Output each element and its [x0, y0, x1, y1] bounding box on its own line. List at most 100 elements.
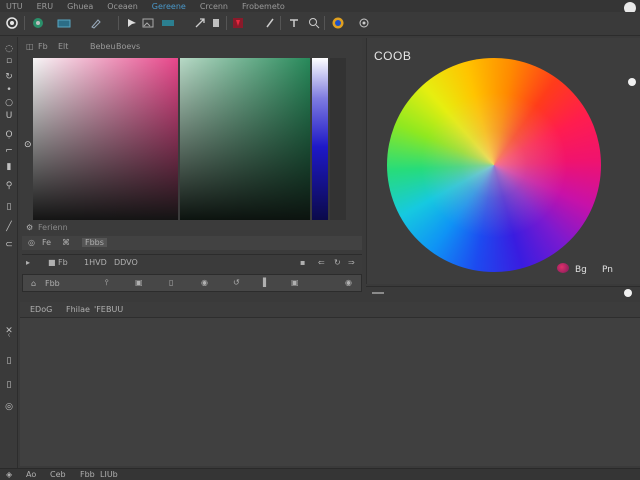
zoom-icon[interactable]	[306, 15, 322, 31]
clip-icon[interactable]: ▌	[263, 278, 269, 287]
settings-icon[interactable]: ⚙	[26, 223, 33, 232]
panel-tabs: ◫ Fb Elt Bebeu Boevs	[20, 40, 362, 54]
secondary-color-field[interactable]	[180, 58, 310, 220]
panel-menu-icon[interactable]	[628, 78, 636, 86]
text-tool-icon[interactable]: ▮	[3, 161, 15, 173]
save-icon[interactable]: ▣	[291, 278, 299, 287]
transform-icon[interactable]	[192, 15, 208, 31]
refresh-icon[interactable]: ↻	[334, 258, 341, 267]
hue-slider[interactable]	[312, 58, 328, 220]
line-tool-icon[interactable]: ╱	[3, 221, 15, 233]
hand-tool-icon[interactable]: ⊂	[3, 239, 15, 251]
menu-item-3[interactable]: Ghuea	[67, 2, 93, 11]
layers-icon[interactable]	[56, 15, 72, 31]
brush-tool-icon[interactable]: •	[3, 84, 15, 96]
tool-options-label: Fbb	[45, 279, 60, 288]
row3-label-a[interactable]: Fb	[58, 258, 68, 267]
row-label: Ferienn	[38, 223, 68, 232]
panel-splitter[interactable]	[366, 286, 640, 300]
bottom-panel-tabs: EDoG Fhilae 'FE BUU	[20, 302, 640, 318]
row-item-b[interactable]: Fbbs	[82, 238, 107, 247]
target-icon[interactable]: ◉	[345, 278, 352, 287]
status-item-2[interactable]: Ceb	[50, 470, 66, 479]
splitter-handle-icon[interactable]	[372, 292, 384, 294]
adjust-icon[interactable]	[160, 15, 176, 31]
lock-tool-icon[interactable]: ▯	[3, 379, 15, 391]
current-color-swatch[interactable]	[557, 263, 569, 273]
brush-icon[interactable]	[88, 15, 104, 31]
menu-bar: UTU ERU Ghuea Oceaen Gereene Crcenn Frob…	[0, 0, 640, 12]
palette-icon[interactable]	[30, 15, 46, 31]
row3-label-b[interactable]: 1HVD	[84, 258, 107, 267]
swatch-label-a: Bg	[575, 265, 587, 275]
rotate-icon[interactable]: ◉	[201, 278, 208, 287]
pointer-tool-icon[interactable]: ᚲ	[3, 330, 15, 342]
fill-tool-icon[interactable]: Ọ	[3, 129, 15, 141]
color-fill-icon[interactable]	[230, 15, 246, 31]
shape-tool-icon[interactable]: ▯	[3, 201, 15, 213]
marquee-tool-icon[interactable]: ▫	[3, 55, 15, 67]
tab-3[interactable]: Bebeu	[90, 42, 115, 51]
row3-label-c[interactable]: DDVO	[114, 258, 138, 267]
dropper-icon[interactable]	[208, 15, 224, 31]
select-icon[interactable]	[124, 15, 140, 31]
crop-icon[interactable]	[286, 15, 302, 31]
status-item-3[interactable]: Fbb	[80, 470, 95, 479]
image-icon[interactable]	[140, 15, 156, 31]
bag-icon[interactable]: ▣	[135, 278, 143, 287]
picker-cursor-icon[interactable]: ⊙	[24, 140, 32, 150]
menu-item-7[interactable]: Frobemeto	[242, 2, 285, 11]
menu-item-1[interactable]: UTU	[6, 2, 23, 11]
expand-icon[interactable]	[624, 289, 632, 297]
play-icon[interactable]: ▸	[26, 258, 30, 267]
zoom-tool-icon[interactable]: ◎	[3, 401, 15, 413]
tab-2[interactable]: Elt	[58, 42, 68, 51]
record-icon[interactable]	[4, 15, 20, 31]
pin-icon[interactable]: ⫯	[105, 278, 108, 288]
fit-icon[interactable]: ▪	[300, 258, 305, 267]
menu-item-4[interactable]: Oceaen	[107, 2, 138, 11]
path-tool-icon[interactable]: ⚲	[3, 180, 15, 192]
color-picker-icon[interactable]	[330, 15, 346, 31]
saturation-value-field[interactable]	[33, 58, 178, 220]
lasso-tool-icon[interactable]: ↻	[3, 71, 15, 83]
panel-title: COOB	[374, 49, 412, 63]
move-tool-icon[interactable]: ◌	[3, 43, 15, 55]
settings-icon[interactable]	[356, 15, 372, 31]
color-wheel[interactable]	[387, 58, 601, 272]
panel-row-1: ⚙ Ferienn	[22, 222, 362, 234]
bottom-tab-1[interactable]: EDoG	[30, 305, 52, 314]
eye-icon[interactable]: ◎	[28, 238, 35, 247]
doc-icon[interactable]: ▯	[169, 278, 173, 287]
bottom-tab-3[interactable]: 'FE	[94, 305, 106, 314]
menu-item-2[interactable]: ERU	[37, 2, 53, 11]
gradient-tool-icon[interactable]: ⌐	[3, 145, 15, 157]
status-item-4[interactable]: LIUb	[100, 470, 118, 479]
eraser-tool-icon[interactable]: ○	[3, 97, 15, 109]
tab-icon[interactable]: ◫	[26, 42, 34, 51]
bottom-tab-2[interactable]: Fhilae	[66, 305, 90, 314]
tab-1[interactable]: Fb	[38, 42, 48, 51]
prev-icon[interactable]: ⇐	[318, 258, 325, 267]
bottom-panel-content	[20, 318, 640, 466]
status-bar: ◈ Ao Ceb Fbb LIUb	[0, 468, 640, 480]
tool-strip: ◌ ▫ ↻ • ○ Ս Ọ ⌐ ▮ ⚲ ▯ ╱ ⊂ ✕ ᚲ ▯ ▯ ◎	[0, 37, 18, 480]
pen-icon[interactable]	[262, 15, 278, 31]
stop-icon[interactable]: ■	[48, 258, 56, 267]
swatch-label-b: Pn	[602, 265, 613, 275]
link-icon[interactable]: ⌘	[62, 238, 70, 247]
stamp-tool-icon[interactable]: Ս	[3, 110, 15, 122]
status-item-1[interactable]: Ao	[26, 470, 36, 479]
undo-icon[interactable]: ↺	[233, 278, 240, 287]
menu-item-6[interactable]: Crcenn	[200, 2, 228, 11]
panel-row-3: ▸ ■ Fb 1HVD DDVO ▪ ⇐ ↻ ⇒	[22, 254, 362, 270]
slider-track	[330, 58, 346, 220]
status-icon[interactable]: ◈	[6, 470, 12, 479]
next-icon[interactable]: ⇒	[348, 258, 355, 267]
bottom-tab-4[interactable]: BUU	[106, 305, 123, 314]
row-item-a[interactable]: Fe	[42, 238, 51, 247]
options-icon[interactable]: ⌂	[31, 279, 36, 288]
menu-item-5[interactable]: Gereene	[152, 2, 186, 11]
tab-4[interactable]: Boevs	[116, 42, 140, 51]
bucket-tool-icon[interactable]: ▯	[3, 355, 15, 367]
